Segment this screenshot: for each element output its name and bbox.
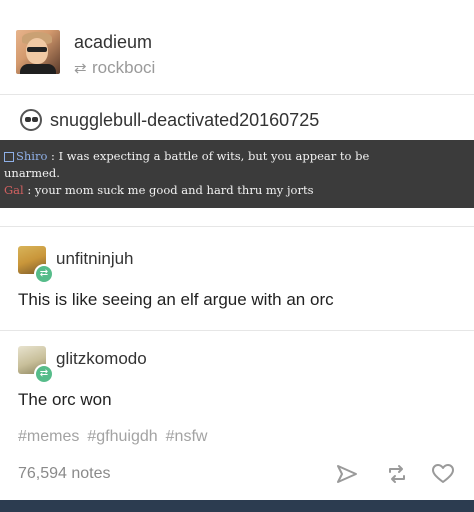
avatar-sunglasses <box>27 47 47 52</box>
reblogged-from[interactable]: ⇄ rockboci <box>74 58 155 78</box>
tag[interactable]: #gfhuigdh <box>87 428 157 445</box>
chat-separator: : <box>51 149 55 163</box>
post-card: acadieum ⇄ rockboci snugglebull-deactivat… <box>0 0 474 500</box>
paper-plane-icon <box>337 465 357 483</box>
chat-speaker: Shiro <box>16 149 48 163</box>
tag-list: #memes #gfhuigdh #nsfw <box>18 428 215 446</box>
chat-text: unarmed. <box>4 166 60 180</box>
chat-line: unarmed. <box>4 165 468 182</box>
avatar-shirt <box>20 64 56 74</box>
reblog-badge-icon: ⇄ <box>34 364 54 384</box>
source-avatar-icon <box>20 109 42 131</box>
chat-text: your mom suck me good and hard thru my j… <box>34 183 314 197</box>
reblog-icon <box>389 465 405 483</box>
source-username[interactable]: snugglebull-deactivated20160725 <box>50 110 319 131</box>
author-name[interactable]: acadieum <box>74 32 152 53</box>
chat-divider <box>0 226 474 227</box>
reblogged-from-name: rockboci <box>92 58 156 77</box>
header-divider <box>0 94 474 95</box>
reblog-button[interactable] <box>382 459 412 489</box>
tag[interactable]: #memes <box>18 428 79 445</box>
chat-speaker: Gal <box>4 183 24 197</box>
tag[interactable]: #nsfw <box>166 428 208 445</box>
like-button[interactable] <box>428 459 458 489</box>
reblog-comment: The orc won <box>18 390 112 409</box>
reblog-comment: This is like seeing an elf argue with an… <box>18 290 334 309</box>
heart-icon <box>432 464 454 483</box>
source-avatar-eye-left <box>25 117 31 122</box>
reblog-username[interactable]: unfitninjuh <box>56 249 134 269</box>
source-avatar-eye-right <box>32 117 38 122</box>
reblog-badge-icon: ⇄ <box>34 264 54 284</box>
chat-log-image: Shiro : I was expecting a battle of wits… <box>0 140 474 208</box>
reblog-username[interactable]: glitzkomodo <box>56 349 147 369</box>
author-avatar[interactable] <box>16 30 60 74</box>
chat-box-icon <box>4 152 14 162</box>
reblog-divider <box>0 330 474 331</box>
share-button[interactable] <box>332 459 362 489</box>
chat-line: Shiro : I was expecting a battle of wits… <box>4 148 468 165</box>
chat-line: Gal : your mom suck me good and hard thr… <box>4 182 468 199</box>
chat-separator: : <box>27 183 32 197</box>
bottom-frame-strip <box>0 500 474 512</box>
notes-count[interactable]: 76,594 notes <box>18 465 111 483</box>
chat-text: I was expecting a battle of wits, but yo… <box>58 149 370 163</box>
reblog-icon: ⇄ <box>74 60 87 77</box>
